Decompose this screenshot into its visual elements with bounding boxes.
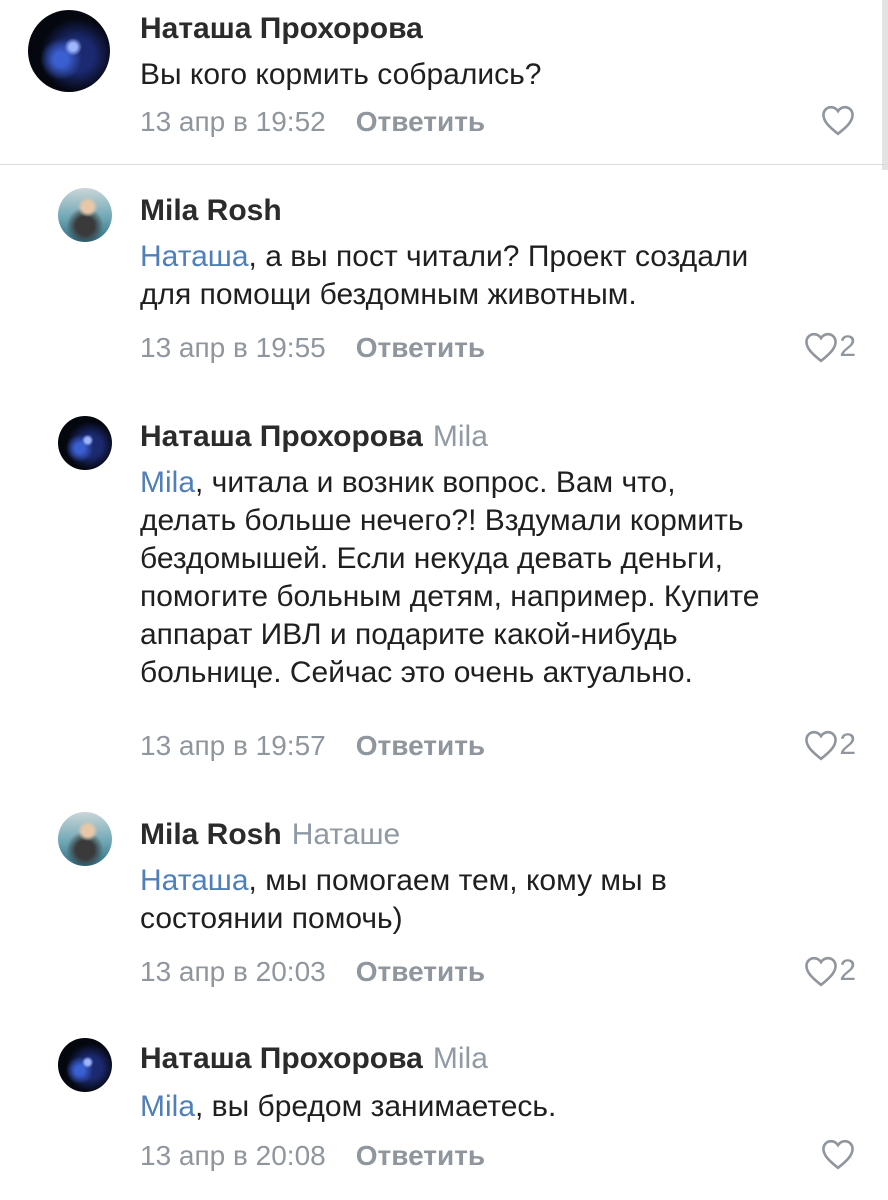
reply-button[interactable]: Ответить <box>356 730 485 761</box>
avatar[interactable] <box>58 188 112 242</box>
reply-to-name[interactable]: Mila <box>433 1042 488 1075</box>
author-name[interactable]: Наташа Прохорова <box>140 12 423 45</box>
author-name[interactable]: Наташа Прохорова <box>140 1042 423 1075</box>
mention-link[interactable]: Наташа <box>140 240 249 273</box>
reply-button[interactable]: Ответить <box>356 332 485 363</box>
like-button[interactable] <box>820 104 856 136</box>
mention-link[interactable]: Mila <box>140 1090 195 1123</box>
avatar[interactable] <box>58 812 112 866</box>
author-name[interactable]: Наташа Прохорова <box>140 420 423 453</box>
reply-to-name[interactable]: Наташе <box>292 818 401 851</box>
heart-icon <box>805 332 838 363</box>
like-count: 2 <box>839 954 856 987</box>
comment-text: Наташа, а вы пост читали? Проект создали… <box>140 240 749 311</box>
avatar[interactable] <box>28 10 110 92</box>
comment-text: Вы кого кормить собрались? <box>140 58 542 91</box>
comment-date[interactable]: 13 апр в 19:57 <box>140 730 326 761</box>
like-button[interactable]: 2 <box>803 330 856 364</box>
reply-button[interactable]: Ответить <box>356 956 485 987</box>
comment-text: Mila, вы бредом занимаетесь. <box>140 1090 557 1123</box>
mention-link[interactable]: Наташа <box>140 864 249 897</box>
comment-date[interactable]: 13 апр в 19:52 <box>140 106 326 137</box>
comment-text: Наташа, мы помогаем тем, кому мы в состо… <box>140 864 667 935</box>
avatar[interactable] <box>58 416 112 470</box>
like-button[interactable]: 2 <box>803 954 856 988</box>
reply-button[interactable]: Ответить <box>356 106 485 137</box>
mention-link[interactable]: Mila <box>140 466 195 499</box>
heart-icon <box>822 105 854 136</box>
reply-to-name[interactable]: Mila <box>433 420 488 453</box>
heart-icon <box>805 956 838 987</box>
like-count: 2 <box>839 330 856 363</box>
like-button[interactable] <box>820 1138 856 1170</box>
heart-icon <box>822 1139 854 1170</box>
reply-button[interactable]: Ответить <box>356 1140 485 1171</box>
heart-icon <box>805 730 838 761</box>
divider <box>0 164 888 165</box>
comment-text: Mila, читала и возник вопрос. Вам что, д… <box>140 466 760 689</box>
author-name[interactable]: Mila Rosh <box>140 194 282 227</box>
comment-date[interactable]: 13 апр в 19:55 <box>140 332 326 363</box>
author-name[interactable]: Mila Rosh <box>140 818 282 851</box>
like-button[interactable]: 2 <box>803 728 856 762</box>
like-count: 2 <box>839 728 856 761</box>
comment-date[interactable]: 13 апр в 20:03 <box>140 956 326 987</box>
comment-date[interactable]: 13 апр в 20:08 <box>140 1140 326 1171</box>
scrollbar[interactable] <box>882 0 888 170</box>
avatar[interactable] <box>58 1038 112 1092</box>
